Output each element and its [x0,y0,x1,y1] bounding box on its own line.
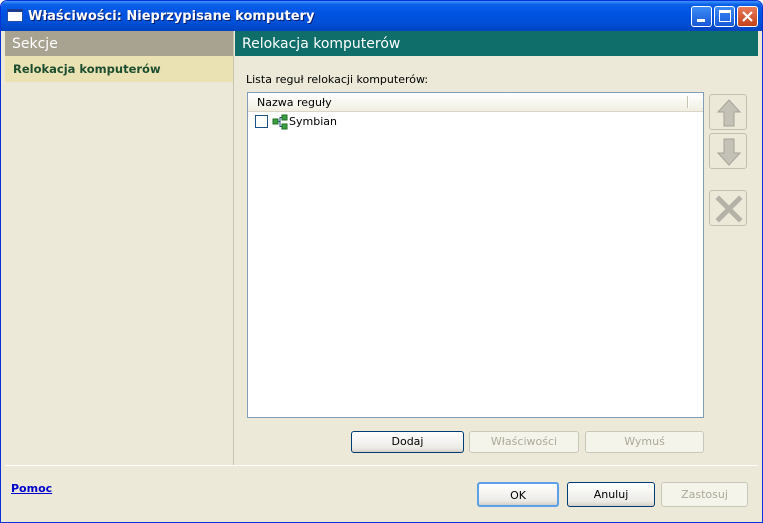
window-title: Właściwości: Nieprzypisane komputery [28,9,315,24]
delete-icon [715,195,743,223]
main-panel: Relokacja komputerów Lista reguł relokac… [235,31,758,465]
move-down-button[interactable] [709,133,747,169]
close-icon [742,11,753,22]
column-header-label: Nazwa reguły [257,96,332,109]
maximize-button[interactable] [714,6,735,27]
ok-button[interactable]: OK [477,482,559,507]
sections-sidebar: Sekcje Relokacja komputerów [5,31,234,465]
properties-button[interactable]: Właściwości [469,431,579,453]
add-button[interactable]: Dodaj [351,431,464,453]
sidebar-item-relokacja[interactable]: Relokacja komputerów [5,56,233,82]
properties-window: Właściwości: Nieprzypisane komputery Sek… [0,0,763,523]
column-separator[interactable] [687,96,689,108]
dialog-footer: Pomoc OK Anuluj Zastosuj [5,465,758,520]
force-button[interactable]: Wymuś [585,431,704,453]
move-up-button[interactable] [709,94,747,130]
rules-list[interactable]: Nazwa reguły Symbian [247,92,704,418]
help-link[interactable]: Pomoc [11,482,52,495]
rule-checkbox[interactable] [255,115,268,128]
arrow-down-icon [716,138,742,166]
minimize-button[interactable] [691,6,712,27]
arrow-up-icon [716,99,742,127]
network-icon [272,114,288,130]
column-header-rule-name[interactable]: Nazwa reguły [248,93,703,112]
window-icon [7,9,23,22]
apply-button[interactable]: Zastosuj [661,482,748,507]
rules-list-label: Lista reguł relokacji komputerów: [246,73,429,86]
delete-button[interactable] [709,190,747,226]
dialog-client: Sekcje Relokacja komputerów Relokacja ko… [5,31,758,520]
list-item[interactable]: Symbian [248,112,703,131]
section-title: Relokacja komputerów [235,31,758,56]
rule-name: Symbian [289,115,337,128]
close-button[interactable] [737,6,758,27]
title-bar[interactable]: Właściwości: Nieprzypisane komputery [1,1,762,31]
sidebar-header: Sekcje [5,31,233,56]
cancel-button[interactable]: Anuluj [567,482,655,507]
